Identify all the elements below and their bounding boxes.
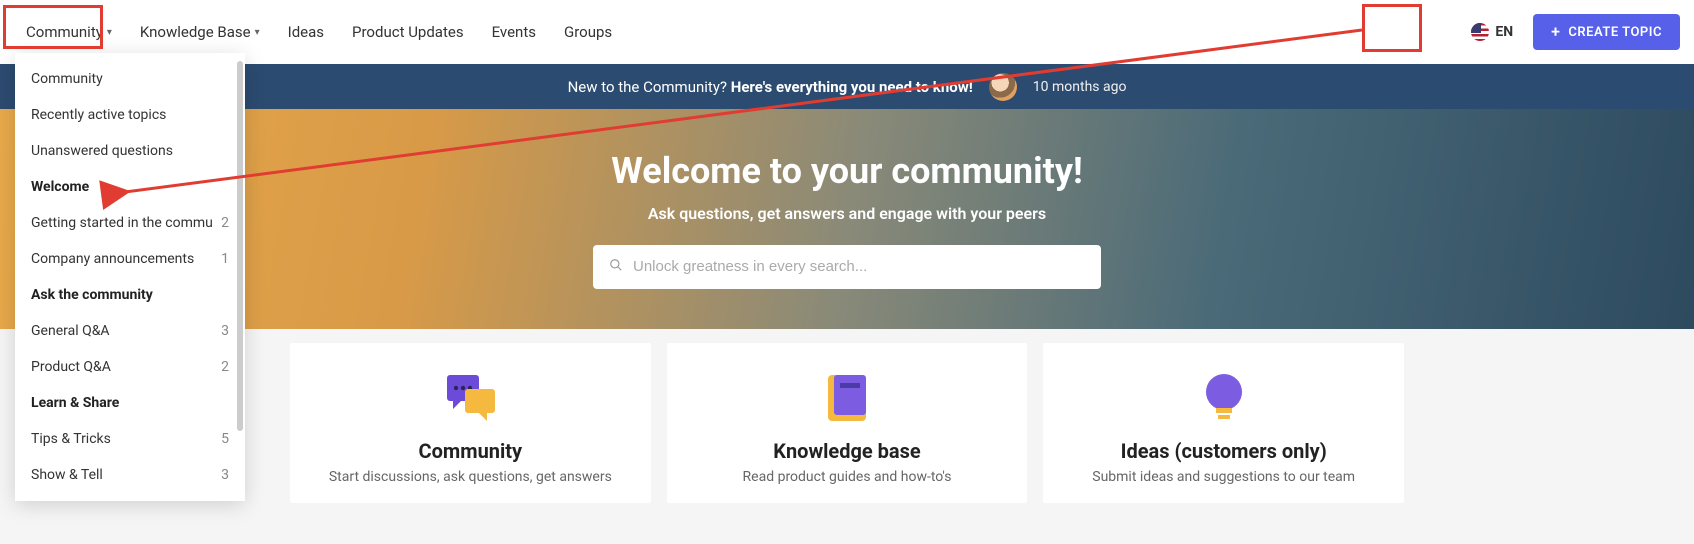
- card-sub: Submit ideas and suggestions to our team: [1092, 469, 1355, 485]
- nav-left: Community ▾ Knowledge Base ▾ Ideas Produ…: [14, 15, 624, 49]
- dd-label: Community: [31, 71, 103, 87]
- dropdown-item-unanswered[interactable]: Unanswered questions: [15, 133, 245, 169]
- dd-label: Show & Tell: [31, 467, 103, 483]
- notice-time: 10 months ago: [1033, 79, 1127, 95]
- search-icon: [609, 258, 623, 276]
- dd-count: 3: [221, 467, 229, 483]
- dropdown-item-recently-active[interactable]: Recently active topics: [15, 97, 245, 133]
- dropdown-header-welcome: Welcome: [15, 169, 245, 205]
- dropdown-item-product-qa[interactable]: Product Q&A 2: [15, 349, 245, 385]
- create-label: CREATE TOPIC: [1568, 25, 1662, 40]
- hero-title: Welcome to your community!: [611, 150, 1082, 192]
- create-topic-button[interactable]: + CREATE TOPIC: [1533, 14, 1680, 50]
- dd-label: Getting started in the commu: [31, 215, 213, 231]
- chat-icon: [443, 371, 497, 425]
- dropdown-item-community[interactable]: Community: [15, 61, 245, 97]
- cards-row: Community Start discussions, ask questio…: [0, 329, 1694, 503]
- community-dropdown: Community Recently active topics Unanswe…: [15, 53, 245, 501]
- chevron-down-icon: ▾: [107, 27, 112, 38]
- nav-label: Ideas: [288, 23, 324, 41]
- dd-count: 3: [221, 323, 229, 339]
- nav-right: EN + CREATE TOPIC: [1461, 14, 1680, 50]
- nav-label: Community: [26, 23, 103, 41]
- search-wrap: [593, 245, 1101, 289]
- notice-bar: New to the Community? Here's everything …: [0, 64, 1694, 109]
- dd-count: 5: [221, 431, 229, 447]
- dd-count: 2: [221, 215, 229, 231]
- dd-label: Unanswered questions: [31, 143, 173, 159]
- notice-prefix: New to the Community?: [568, 78, 731, 96]
- dd-count: 2: [221, 359, 229, 375]
- dd-label: General Q&A: [31, 323, 110, 339]
- dropdown-item-getting-started[interactable]: Getting started in the commu 2: [15, 205, 245, 241]
- nav-label: Product Updates: [352, 23, 464, 41]
- nav-groups[interactable]: Groups: [552, 15, 624, 49]
- card-kb[interactable]: Knowledge base Read product guides and h…: [667, 343, 1028, 503]
- bulb-icon: [1202, 371, 1246, 425]
- notice-bold: Here's everything you need to know!: [731, 78, 973, 96]
- flag-icon: [1471, 23, 1489, 41]
- notice-text: New to the Community? Here's everything …: [568, 78, 973, 96]
- search-input[interactable]: [633, 258, 1085, 275]
- chevron-down-icon: ▾: [255, 27, 260, 38]
- nav-label: Events: [492, 23, 536, 41]
- card-title: Community: [419, 439, 523, 463]
- dropdown-header-learn-share: Learn & Share: [15, 385, 245, 421]
- dd-label: Company announcements: [31, 251, 194, 267]
- nav-events[interactable]: Events: [480, 15, 548, 49]
- plus-icon: +: [1551, 24, 1560, 40]
- card-ideas[interactable]: Ideas (customers only) Submit ideas and …: [1043, 343, 1404, 503]
- nav-knowledge-base[interactable]: Knowledge Base ▾: [128, 15, 272, 49]
- scrollbar[interactable]: [237, 61, 243, 431]
- hero: Welcome to your community! Ask questions…: [0, 109, 1694, 329]
- dd-label: Recently active topics: [31, 107, 166, 123]
- hero-subtitle: Ask questions, get answers and engage wi…: [648, 204, 1046, 223]
- nav-community[interactable]: Community ▾: [14, 15, 124, 49]
- dropdown-item-tips-tricks[interactable]: Tips & Tricks 5: [15, 421, 245, 457]
- lang-code: EN: [1495, 24, 1513, 40]
- dropdown-item-general-qa[interactable]: General Q&A 3: [15, 313, 245, 349]
- dropdown-item-company-announcements[interactable]: Company announcements 1: [15, 241, 245, 277]
- nav-ideas[interactable]: Ideas: [276, 15, 336, 49]
- language-selector[interactable]: EN: [1461, 17, 1523, 47]
- card-sub: Start discussions, ask questions, get an…: [329, 469, 612, 485]
- dd-count: 1: [221, 251, 229, 267]
- dropdown-header-ask: Ask the community: [15, 277, 245, 313]
- nav-label: Knowledge Base: [140, 23, 251, 41]
- card-title: Knowledge base: [773, 439, 920, 463]
- nav-product-updates[interactable]: Product Updates: [340, 15, 476, 49]
- card-sub: Read product guides and how-to's: [743, 469, 952, 485]
- card-title: Ideas (customers only): [1121, 439, 1327, 463]
- nav-label: Groups: [564, 23, 612, 41]
- top-nav: Community ▾ Knowledge Base ▾ Ideas Produ…: [0, 0, 1694, 64]
- book-icon: [826, 371, 868, 425]
- avatar: [989, 73, 1017, 101]
- dd-label: Tips & Tricks: [31, 431, 111, 447]
- dropdown-item-show-tell[interactable]: Show & Tell 3: [15, 457, 245, 493]
- card-community[interactable]: Community Start discussions, ask questio…: [290, 343, 651, 503]
- dd-label: Product Q&A: [31, 359, 111, 375]
